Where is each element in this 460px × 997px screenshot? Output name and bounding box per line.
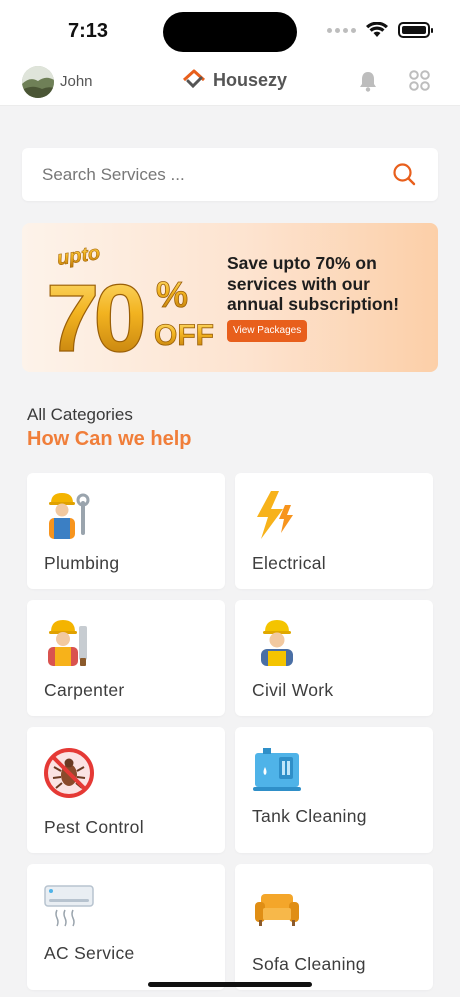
promo-banner[interactable]: upto 70 % OFF Save upto 70% on services … [22,223,438,372]
house-logo-icon [182,69,206,89]
promo-line-1: Save upto 70% on [227,253,377,273]
status-icons [327,22,433,38]
category-label-plumbing: Plumbing [44,553,120,573]
category-card-civil-work[interactable]: Civil Work [235,600,433,716]
menu-grid-icon[interactable] [409,70,430,91]
category-label-sofa-cleaning: Sofa Cleaning [252,954,366,974]
lightning-icon [257,491,293,539]
search-icon[interactable] [392,162,416,186]
category-label-civil-work: Civil Work [252,680,334,700]
category-card-carpenter[interactable]: Carpenter [27,600,225,716]
avatar-photo [22,66,54,98]
brand-name: Housezy [213,69,288,90]
sofa-icon [255,894,299,926]
category-label-electrical: Electrical [252,553,326,573]
avatar[interactable] [22,66,54,98]
notification-bell-icon[interactable] [358,70,378,92]
pest-control-icon [44,748,94,798]
carpenter-icon [48,620,87,666]
promo-line-2: services with our [227,273,370,294]
air-conditioner-icon [44,885,94,927]
brand-logo: Housezy [182,69,287,91]
battery-icon [398,22,433,38]
graphic-off-text: OFF [154,319,214,352]
home-indicator[interactable] [148,982,312,987]
promo-headline: Save upto 70% on services with our annua… [227,253,427,315]
wifi-icon [366,22,388,37]
status-time: 7:13 [68,20,109,42]
categories-subtitle: All Categories [27,405,133,424]
category-label-tank-cleaning: Tank Cleaning [252,806,367,826]
construction-worker-icon [261,620,293,666]
app-header: John Housezy [0,56,460,106]
category-label-pest-control: Pest Control [44,817,144,837]
user-name: John [60,73,93,90]
category-card-ac-service[interactable]: AC Service [27,864,225,990]
category-label-ac-service: AC Service [44,943,135,963]
category-card-sofa-cleaning[interactable]: Sofa Cleaning [235,864,433,990]
graphic-percent-text: % [156,274,188,315]
discount-graphic: upto 70 % OFF [45,242,214,363]
category-card-tank-cleaning[interactable]: Tank Cleaning [235,727,433,853]
category-card-electrical[interactable]: Electrical [235,473,433,589]
cellular-signal-icon [327,27,356,33]
promo-line-3: annual subscription! [227,294,400,314]
categories-title: How Can we help [27,428,192,450]
category-card-pest-control[interactable]: Pest Control [27,727,225,853]
category-label-carpenter: Carpenter [44,680,125,700]
dynamic-island [163,12,297,52]
view-packages-button[interactable]: View Packages [227,320,308,342]
water-tank-icon [253,748,301,791]
search-bar [22,148,438,201]
category-card-plumbing[interactable]: Plumbing [27,473,225,589]
search-input[interactable] [42,148,382,201]
status-bar: 7:13 [0,0,460,56]
graphic-number-text: 70 [46,265,143,363]
plumber-icon [49,493,90,539]
